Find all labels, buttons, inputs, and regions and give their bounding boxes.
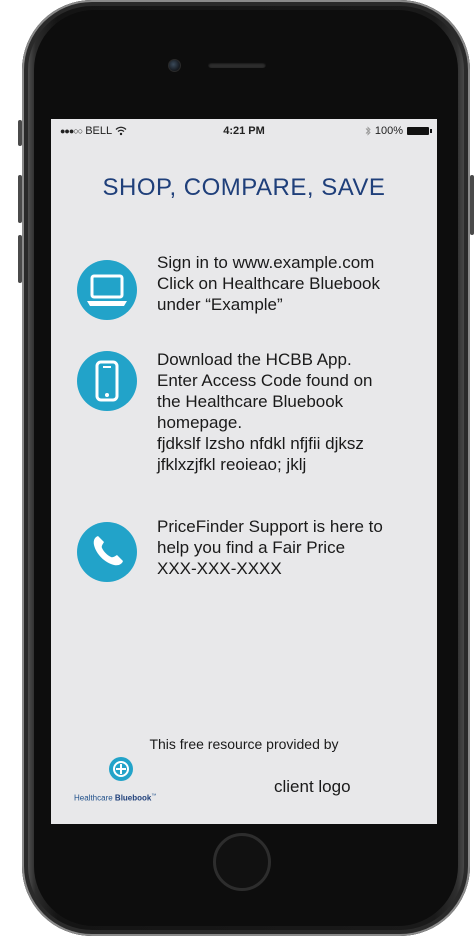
- phone-icon: [77, 522, 137, 582]
- bluebook-logo-icon: [109, 757, 133, 781]
- download-line-6: jfklxzjfkl reoieao; jklj: [157, 455, 307, 474]
- bluetooth-icon: [365, 126, 371, 136]
- battery-icon: [407, 127, 432, 135]
- status-bar: ●●●○○ BELL 4:21 PM 100%: [51, 119, 437, 141]
- sign-in-line-1: Sign in to www.example.com: [157, 253, 375, 272]
- download-line-4: homepage.: [157, 413, 243, 432]
- client-logo-placeholder: client logo: [274, 777, 351, 796]
- support-line-2: help you find a Fair Price: [157, 538, 346, 557]
- sign-in-line-2: Click on Healthcare Bluebook: [157, 274, 381, 293]
- support-phone-number[interactable]: XXX-XXX-XXXX: [157, 558, 383, 579]
- front-camera: [168, 59, 181, 72]
- page-title: SHOP, COMPARE, SAVE: [102, 174, 386, 201]
- status-right: 100%: [365, 125, 432, 137]
- logo-text-a: Healthcare: [74, 793, 115, 803]
- smartphone-icon: [77, 351, 137, 411]
- power-button: [470, 175, 474, 235]
- download-line-1: Download the HCBB App.: [157, 350, 352, 369]
- healthcare-bluebook-logo: Healthcare Bluebook™: [74, 755, 194, 805]
- logo-trademark: ™: [151, 793, 157, 799]
- volume-down-button: [18, 235, 22, 283]
- stage: ●●●○○ BELL 4:21 PM 100% SHOP, COMPARE, S…: [0, 0, 475, 938]
- download-line-3: the Healthcare Bluebook: [157, 392, 344, 411]
- download-app-text: Download the HCBB App. Enter Access Code…: [157, 349, 372, 475]
- earpiece-speaker: [208, 62, 266, 68]
- battery-percent: 100%: [374, 125, 403, 137]
- silent-switch: [18, 120, 22, 146]
- sign-in-line-3: under “Example”: [157, 295, 283, 314]
- home-button[interactable]: [213, 833, 271, 891]
- download-line-5: fjdkslf lzsho nfdkl nfjfii djksz: [157, 434, 364, 453]
- download-line-2: Enter Access Code found on: [157, 371, 373, 390]
- provided-by-text: This free resource provided by: [149, 736, 339, 752]
- laptop-icon: [77, 260, 137, 320]
- volume-up-button: [18, 175, 22, 223]
- support-line-1: PriceFinder Support is here to: [157, 517, 383, 536]
- sign-in-text: Sign in to www.example.com Click on Heal…: [157, 252, 380, 315]
- support-text: PriceFinder Support is here to help you …: [157, 516, 383, 579]
- bluebook-logo-text: Healthcare Bluebook™: [74, 793, 156, 803]
- logo-text-b: Bluebook: [114, 793, 152, 803]
- phone-screen: ●●●○○ BELL 4:21 PM 100% SHOP, COMPARE, S…: [51, 119, 437, 824]
